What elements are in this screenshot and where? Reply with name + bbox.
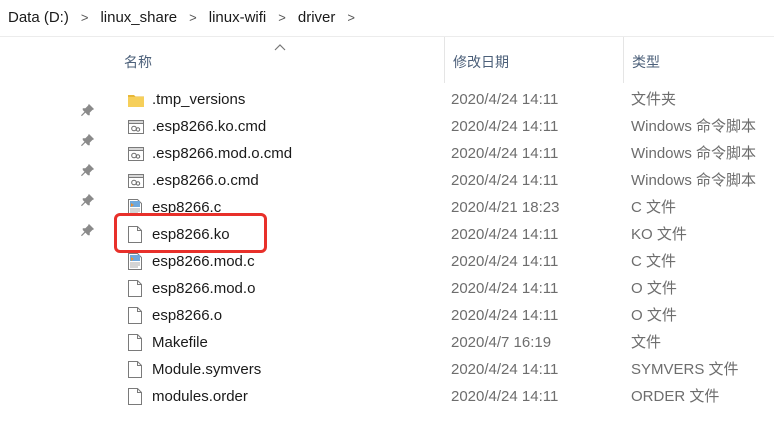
list-item[interactable]: modules.order 2020/4/24 14:11 ORDER 文件 <box>108 383 774 410</box>
pin-icon[interactable] <box>80 132 96 148</box>
file-name[interactable]: modules.order <box>152 383 248 410</box>
file-modified-date: 2020/4/21 18:23 <box>451 199 560 216</box>
file-modified-date: 2020/4/24 14:11 <box>451 118 559 135</box>
file-type: KO 文件 <box>631 226 687 243</box>
breadcrumb: Data (D:) > linux_share > linux-wifi > d… <box>0 0 774 36</box>
file-icon <box>128 302 146 329</box>
file-icon <box>128 275 146 302</box>
file-type: Windows 命令脚本 <box>631 172 757 189</box>
file-icon <box>128 383 146 410</box>
file-name[interactable]: .tmp_versions <box>152 86 245 113</box>
file-name[interactable]: esp8266.mod.o <box>152 275 255 302</box>
file-type: O 文件 <box>631 307 677 324</box>
file-type: 文件 <box>631 334 662 351</box>
file-modified-date: 2020/4/24 14:11 <box>451 253 559 270</box>
file-icon <box>128 356 146 383</box>
file-type: SYMVERS 文件 <box>631 361 739 378</box>
file-type: C 文件 <box>631 253 677 270</box>
file-modified-date: 2020/4/24 14:11 <box>451 361 559 378</box>
list-item[interactable]: esp8266.mod.o 2020/4/24 14:11 O 文件 <box>108 275 774 302</box>
chevron-right-icon[interactable]: > <box>270 0 294 36</box>
highlight-annotation <box>114 213 267 253</box>
pin-icon[interactable] <box>80 162 96 178</box>
list-item[interactable]: .tmp_versions 2020/4/24 14:11 文件夹 <box>108 86 774 113</box>
column-header-type[interactable]: 类型 <box>623 37 774 83</box>
file-modified-date: 2020/4/24 14:11 <box>451 172 559 189</box>
cmd-script-icon <box>128 140 146 167</box>
file-type: O 文件 <box>631 280 677 297</box>
file-modified-date: 2020/4/24 14:11 <box>451 226 559 243</box>
list-item[interactable]: .esp8266.o.cmd 2020/4/24 14:11 Windows 命令脚… <box>108 167 774 194</box>
file-name[interactable]: esp8266.o <box>152 302 222 329</box>
file-name[interactable]: .esp8266.mod.o.cmd <box>152 140 292 167</box>
file-name[interactable]: .esp8266.o.cmd <box>152 167 259 194</box>
file-name[interactable]: Module.symvers <box>152 356 261 383</box>
file-modified-date: 2020/4/24 14:11 <box>451 280 559 297</box>
pin-icon[interactable] <box>80 192 96 208</box>
file-modified-date: 2020/4/24 14:11 <box>451 145 559 162</box>
file-modified-date: 2020/4/7 16:19 <box>451 334 552 351</box>
cmd-script-icon <box>128 167 146 194</box>
navigation-pane <box>0 37 108 433</box>
file-type: 文件夹 <box>631 91 677 108</box>
file-modified-date: 2020/4/24 14:11 <box>451 91 559 108</box>
list-item[interactable]: .esp8266.ko.cmd 2020/4/24 14:11 Windows 命令… <box>108 113 774 140</box>
chevron-right-icon[interactable]: > <box>73 0 97 36</box>
breadcrumb-item-driver[interactable]: driver <box>294 0 340 36</box>
column-header-date[interactable]: 修改日期 <box>444 37 623 83</box>
cmd-script-icon <box>128 113 146 140</box>
chevron-right-icon[interactable]: > <box>339 0 363 36</box>
file-type: C 文件 <box>631 199 677 216</box>
file-modified-date: 2020/4/24 14:11 <box>451 388 559 405</box>
file-name[interactable]: Makefile <box>152 329 208 356</box>
list-item[interactable]: esp8266.o 2020/4/24 14:11 O 文件 <box>108 302 774 329</box>
list-item[interactable]: Module.symvers 2020/4/24 14:11 SYMVERS 文件 <box>108 356 774 383</box>
list-item[interactable]: Makefile 2020/4/7 16:19 文件 <box>108 329 774 356</box>
breadcrumb-item-linux-wifi[interactable]: linux-wifi <box>205 0 271 36</box>
chevron-right-icon[interactable]: > <box>181 0 205 36</box>
file-type: ORDER 文件 <box>631 388 720 405</box>
file-type: Windows 命令脚本 <box>631 145 757 162</box>
file-icon <box>128 329 146 356</box>
pin-icon[interactable] <box>80 102 96 118</box>
file-type: Windows 命令脚本 <box>631 118 757 135</box>
pin-icon[interactable] <box>80 222 96 238</box>
folder-icon <box>128 86 146 113</box>
breadcrumb-item-drive[interactable]: Data (D:) <box>0 0 73 36</box>
file-name[interactable]: .esp8266.ko.cmd <box>152 113 266 140</box>
file-modified-date: 2020/4/24 14:11 <box>451 307 559 324</box>
breadcrumb-item-linux-share[interactable]: linux_share <box>96 0 181 36</box>
column-header-name[interactable]: 名称 <box>108 37 444 83</box>
column-header-row: 名称 修改日期 类型 <box>108 37 774 83</box>
list-item[interactable]: .esp8266.mod.o.cmd 2020/4/24 14:11 Windows… <box>108 140 774 167</box>
